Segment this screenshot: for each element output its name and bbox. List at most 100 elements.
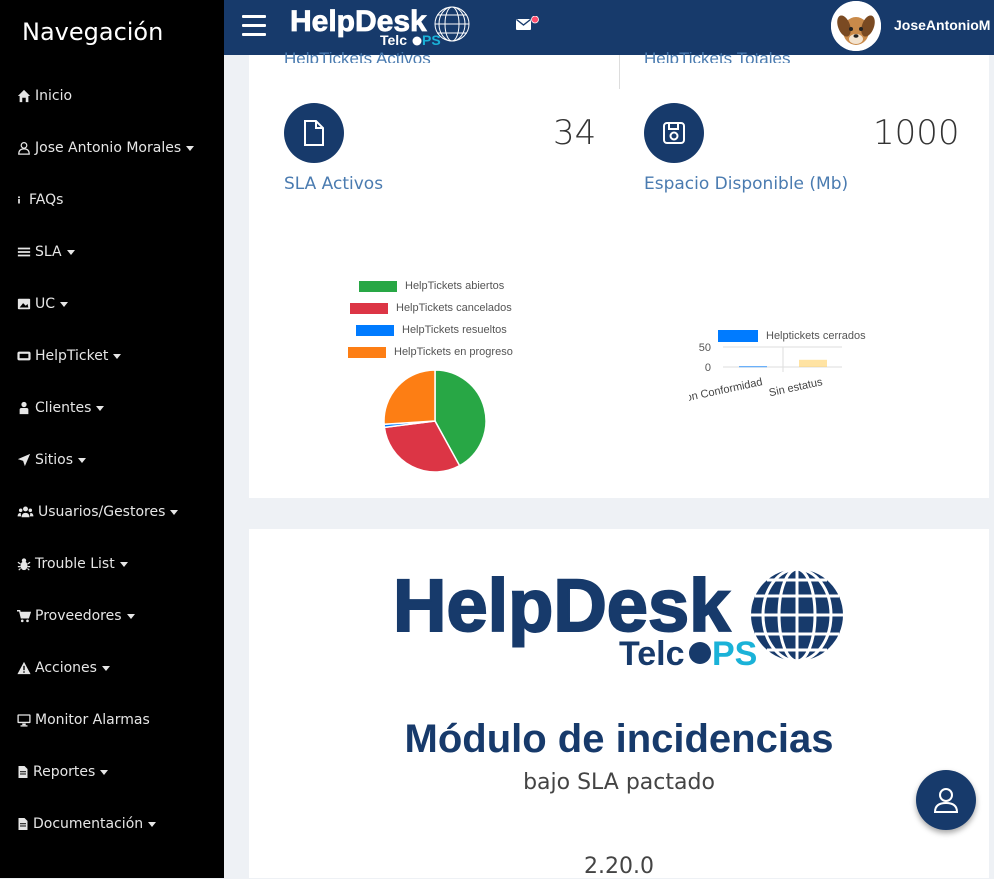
chevron-down-icon <box>148 821 157 827</box>
module-info-card: HelpDesk Telc PS Módulo de incidencias b… <box>249 529 989 879</box>
closed-tickets-bar-chart[interactable]: 50 0 Con Conformidad Sin estatus <box>689 341 909 431</box>
bar-0[interactable] <box>739 366 767 368</box>
pie-legend-item[interactable]: HelpTickets abiertos <box>359 280 504 292</box>
legend-label: HelpTickets cancelados <box>396 302 512 314</box>
chevron-down-icon <box>78 457 87 463</box>
sidebar-item-label: Proveedores <box>35 608 122 624</box>
tickets-pie-chart[interactable] <box>379 365 491 477</box>
space-stat-icon-circle <box>644 103 704 163</box>
monitor-icon <box>17 714 31 727</box>
x-tick-label: Sin estatus <box>768 376 824 399</box>
x-tick-label: Con Conformidad <box>689 376 764 406</box>
pie-legend-item[interactable]: HelpTickets en progreso <box>348 346 513 358</box>
espacio-disponible-value: 1000 <box>873 113 960 153</box>
sidebar-item-trouble-list[interactable]: Trouble List <box>17 553 128 575</box>
sidebar-item-sitios[interactable]: Sitios <box>17 449 87 471</box>
sidebar-item-acciones[interactable]: Acciones <box>17 657 110 679</box>
sidebar: Navegación Inicio Jose Antonio Morales F… <box>0 0 224 878</box>
client-icon <box>19 401 29 415</box>
info-icon <box>18 196 20 204</box>
menu-toggle-button[interactable] <box>242 15 266 37</box>
sidebar-item-inicio[interactable]: Inicio <box>17 85 72 107</box>
pie-legend-item[interactable]: HelpTickets resueltos <box>356 324 507 336</box>
home-icon <box>17 89 31 103</box>
sidebar-item-helpticket[interactable]: HelpTicket <box>17 345 122 367</box>
sidebar-item-usuarios[interactable]: Usuarios/Gestores <box>17 501 179 523</box>
module-title: Módulo de incidencias <box>404 717 834 761</box>
sidebar-item-reportes[interactable]: Reportes <box>17 761 109 783</box>
legend-swatch <box>350 302 388 314</box>
logo-dot-icon <box>412 36 422 46</box>
image-icon <box>17 298 31 310</box>
warning-icon <box>17 661 31 675</box>
legend-swatch <box>359 280 397 292</box>
espacio-disponible-label: Espacio Disponible (Mb) <box>644 174 849 194</box>
chevron-down-icon <box>186 145 195 151</box>
mail-icon[interactable] <box>516 16 540 34</box>
user-support-button[interactable] <box>916 770 976 830</box>
cart-icon <box>17 610 31 623</box>
sidebar-item-monitor-alarmas[interactable]: Monitor Alarmas <box>17 709 150 731</box>
chevron-down-icon <box>96 405 105 411</box>
list-icon <box>17 247 31 257</box>
sidebar-item-label: Jose Antonio Morales <box>35 140 182 156</box>
sidebar-item-label: UC <box>35 296 56 312</box>
chevron-down-icon <box>119 561 128 567</box>
helptickets-totales-label: HelpTickets Totales <box>644 49 791 63</box>
chevron-down-icon <box>170 509 179 515</box>
pie-legend-item[interactable]: HelpTickets cancelados <box>350 302 512 314</box>
logo-sub-text-b: PS <box>422 32 441 48</box>
bar-1[interactable] <box>799 359 827 367</box>
sidebar-item-faqs[interactable]: FAQs <box>17 189 63 211</box>
file-icon <box>18 766 28 778</box>
bug-icon <box>17 558 31 571</box>
version-text: 2.20.0 <box>584 854 654 879</box>
top-navbar: HelpDesk Telc PS JoseAntonioM <box>224 0 994 55</box>
sidebar-item-label: Reportes <box>33 764 96 780</box>
avatar[interactable] <box>831 1 881 51</box>
helpdesk-large-logo: HelpDesk Telc PS <box>392 565 843 673</box>
sidebar-item-label: Monitor Alarmas <box>35 712 150 728</box>
pie-slice-3[interactable] <box>383 369 436 425</box>
user-name[interactable]: JoseAntonioM <box>894 17 990 33</box>
sidebar-item-label: SLA <box>35 244 62 260</box>
helpdesk-logo[interactable]: HelpDesk Telc PS <box>290 4 480 50</box>
sidebar-title: Navegación <box>22 18 164 46</box>
logo-sub-text-a: Telc <box>380 32 407 48</box>
sidebar-item-sla[interactable]: SLA <box>17 241 75 263</box>
sidebar-item-label: HelpTicket <box>35 348 109 364</box>
sidebar-item-label: FAQs <box>29 192 64 208</box>
dashboard-stats-card: HelpTickets Activos HelpTickets Totales … <box>249 49 989 498</box>
logo-dot-icon <box>689 642 711 664</box>
chevron-down-icon <box>66 249 75 255</box>
sidebar-item-documentacion[interactable]: Documentación <box>17 813 157 835</box>
notification-dot <box>531 16 539 24</box>
chevron-down-icon <box>113 353 122 359</box>
sla-activos-label: SLA Activos <box>284 174 384 194</box>
file-icon <box>18 818 28 830</box>
sidebar-item-label: Sitios <box>35 452 74 468</box>
chevron-down-icon <box>60 301 69 307</box>
sidebar-item-uc[interactable]: UC <box>17 293 69 315</box>
legend-label: HelpTickets abiertos <box>405 280 505 292</box>
save-disk-icon <box>663 122 685 144</box>
sla-activos-value: 34 <box>553 113 597 153</box>
sidebar-item-label: Usuarios/Gestores <box>38 504 166 520</box>
sla-stat-icon-circle <box>284 103 344 163</box>
sidebar-item-label: Acciones <box>35 660 97 676</box>
puppy-avatar-image <box>831 1 881 51</box>
user-icon <box>933 788 959 813</box>
chevron-down-icon <box>101 665 110 671</box>
sidebar-item-clientes[interactable]: Clientes <box>17 397 105 419</box>
helptickets-activos-label: HelpTickets Activos <box>284 49 431 63</box>
globe-icon <box>751 567 843 663</box>
legend-swatch <box>348 346 386 358</box>
legend-label: HelpTickets resueltos <box>402 324 507 336</box>
sidebar-item-profile[interactable]: Jose Antonio Morales <box>17 137 195 159</box>
sidebar-item-proveedores[interactable]: Proveedores <box>17 605 135 627</box>
chevron-down-icon <box>100 769 109 775</box>
ticket-icon <box>17 351 31 361</box>
sidebar-item-label: Trouble List <box>35 556 115 572</box>
sidebar-item-label: Clientes <box>35 400 92 416</box>
sidebar-item-label: Documentación <box>33 816 144 832</box>
